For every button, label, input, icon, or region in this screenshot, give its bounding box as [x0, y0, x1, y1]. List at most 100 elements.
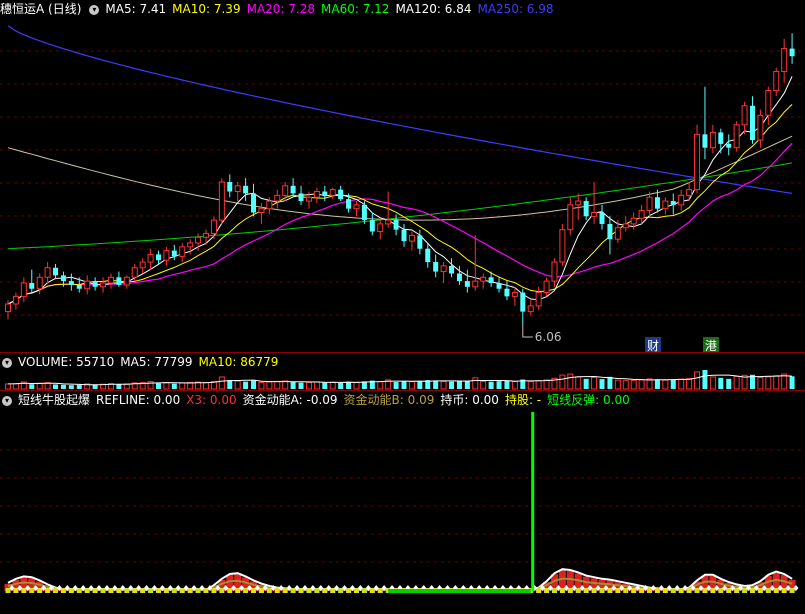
- baseline-signal-bar: [124, 588, 130, 593]
- baseline-signal-bar: [734, 588, 740, 593]
- volume-bar: [718, 377, 724, 389]
- baseline-signal-bar: [314, 588, 320, 593]
- volume-bar: [789, 376, 795, 389]
- baseline-signal-bar: [773, 588, 779, 593]
- volume-bar: [12, 383, 19, 390]
- volume-bar: [607, 376, 613, 389]
- collapse-toggle-icon[interactable]: ▾: [2, 395, 12, 406]
- baseline-signal-bar: [575, 588, 581, 593]
- volume-bar: [116, 384, 122, 389]
- candle-body-up: [353, 204, 360, 210]
- volume-bar: [543, 379, 550, 390]
- candle-body-up: [131, 267, 138, 278]
- candle-body-down: [298, 193, 304, 202]
- candle-body-down: [155, 254, 161, 261]
- stock-name[interactable]: 穗恒运A (日线): [0, 2, 81, 16]
- baseline-signal-bar: [749, 588, 755, 593]
- indicator-legend-label: 持股: -: [504, 393, 542, 407]
- baseline-signal-bar: [631, 588, 637, 593]
- candle-body-up: [480, 276, 487, 282]
- candle-body-up: [741, 105, 748, 126]
- candle-body-up: [527, 305, 534, 313]
- volume-bar: [353, 381, 360, 390]
- volume-bar: [36, 382, 43, 390]
- baseline-signal-bar: [536, 588, 542, 593]
- candle-body-up: [559, 229, 566, 263]
- candle-body-up: [195, 236, 202, 244]
- baseline-signal-bar: [306, 588, 312, 593]
- low-price-label: 6.06: [535, 330, 562, 344]
- candle-body-up: [44, 267, 51, 278]
- indicator-legend-label: 持币: 0.00: [440, 393, 499, 407]
- ma-legend-label: MA120: 6.84: [395, 2, 472, 16]
- volume-bar: [251, 380, 257, 389]
- volume-bar: [702, 370, 708, 389]
- collapse-toggle-icon[interactable]: ▾: [2, 357, 12, 368]
- candle-body-up: [258, 208, 265, 213]
- indicator-legend-label: 短线牛股起爆: [18, 393, 91, 407]
- volume-bar: [638, 379, 645, 390]
- candle-body-up: [733, 124, 740, 149]
- volume-bar: [329, 381, 336, 390]
- volume-bar: [654, 379, 660, 389]
- candle-body-up: [385, 219, 392, 225]
- volume-bar: [686, 378, 693, 390]
- baseline-signal-bar: [710, 588, 716, 593]
- volume-bar: [322, 382, 328, 389]
- candle-body-up: [377, 223, 384, 233]
- candle-body-down: [417, 235, 423, 249]
- baseline-signal-bar: [559, 588, 565, 593]
- collapse-toggle-icon[interactable]: ▾: [89, 4, 100, 15]
- ma-legend-label: MA20: 7.28: [246, 2, 316, 16]
- baseline-signal-bar: [219, 588, 225, 593]
- baseline-signal-bar: [654, 588, 660, 593]
- candle-body-up: [274, 194, 281, 202]
- candle-body-down: [504, 288, 510, 297]
- baseline-signal-bar: [639, 588, 645, 593]
- baseline-signal-bar: [140, 588, 146, 593]
- baseline-signal-bar: [21, 588, 27, 593]
- volume-bar: [575, 376, 582, 390]
- candle-body-up: [203, 232, 209, 238]
- volume-bar: [670, 379, 676, 389]
- volume-bar: [496, 381, 502, 389]
- candle-body-up: [163, 250, 170, 261]
- ma-legend-label: MA250: 6.98: [477, 2, 554, 16]
- baseline-signal-bar: [76, 588, 82, 593]
- volume-bar: [456, 381, 462, 389]
- candle-body-up: [84, 280, 91, 290]
- candle-body-up: [709, 131, 716, 149]
- ma120-line: [7, 135, 793, 221]
- stock-chart[interactable]: 6.06 财 港: [0, 0, 805, 614]
- candle-body-down: [60, 275, 66, 282]
- volume-bar: [203, 382, 209, 390]
- baseline-signal-bar: [251, 588, 257, 593]
- baseline-signal-bar: [132, 588, 138, 593]
- candle-body-up: [511, 292, 518, 297]
- baseline-signal-bar: [37, 588, 43, 593]
- candle-body-up: [408, 234, 415, 242]
- candle-body-down: [76, 284, 82, 289]
- baseline-signal-bar: [369, 588, 375, 593]
- volume-bar: [449, 381, 455, 389]
- volume-bar: [53, 384, 59, 389]
- volume-bar: [393, 382, 399, 389]
- candle-body-down: [425, 248, 431, 263]
- ma-legend-label: MA60: 7.12: [321, 2, 390, 16]
- baseline-signal-bar: [765, 588, 771, 593]
- candle-body-up: [638, 210, 645, 219]
- indicator-legend-label: 短线反弹: 0.00: [547, 393, 630, 407]
- candle-body-up: [282, 185, 289, 196]
- candle-body-up: [591, 211, 598, 217]
- volume-bar: [92, 384, 98, 389]
- baseline-signal-bar: [274, 588, 280, 593]
- candle-body-up: [234, 185, 241, 193]
- candle-body-up: [765, 90, 772, 116]
- main-chart-header: 穗恒运A (日线) ▾ MA5: 7.41 MA10: 7.39 MA20: 7.28 M…: [0, 0, 566, 18]
- baseline-signal-bar: [5, 588, 11, 593]
- volume-bar: [60, 384, 66, 389]
- baseline-signal-bar: [678, 588, 684, 593]
- candle-body-up: [646, 196, 653, 212]
- candle-body-down: [361, 204, 367, 221]
- volume-bar: [622, 380, 629, 390]
